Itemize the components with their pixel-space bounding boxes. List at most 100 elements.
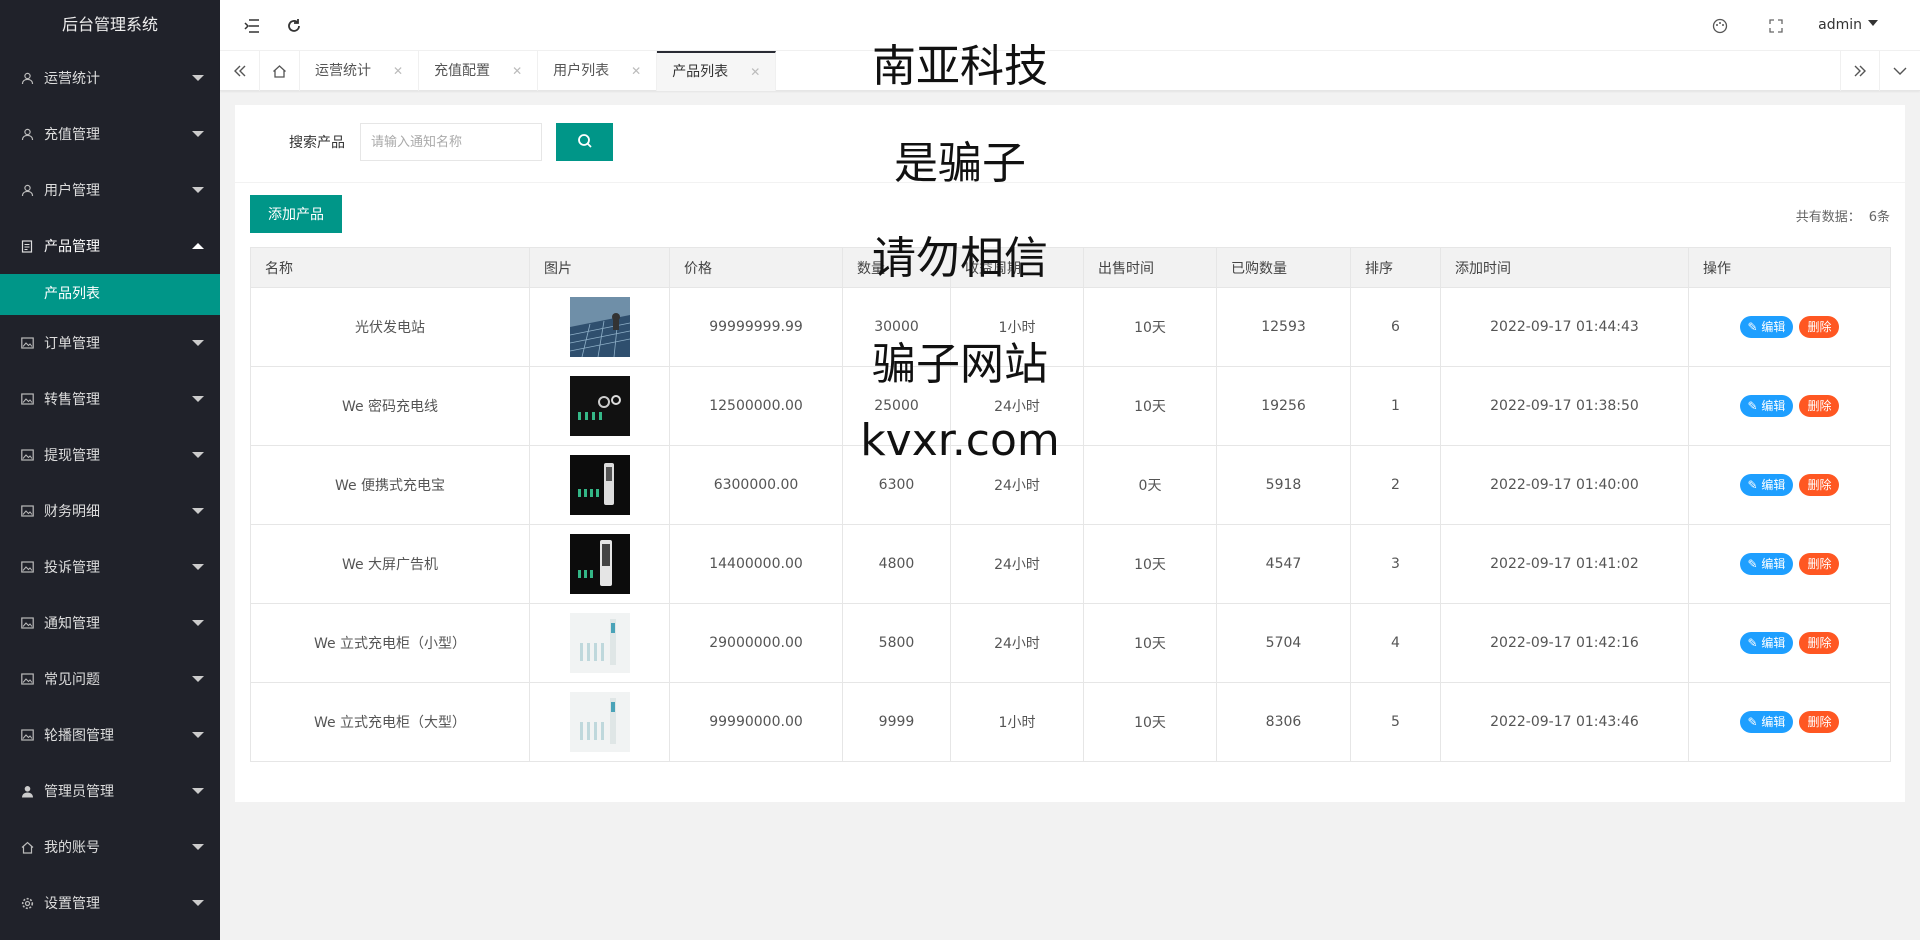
- menu-toggle-icon[interactable]: [232, 0, 272, 51]
- delete-label: 删除: [1807, 399, 1832, 413]
- pencil-icon: ✎: [1747, 557, 1762, 571]
- sidebar-item-4[interactable]: 产品管理: [0, 218, 220, 274]
- image-icon: [20, 392, 34, 406]
- sidebar-item-5[interactable]: 订单管理: [0, 315, 220, 371]
- edit-button[interactable]: ✎ 编辑: [1739, 474, 1794, 496]
- sidebar-item-3[interactable]: 用户管理: [0, 162, 220, 218]
- edit-button[interactable]: ✎ 编辑: [1739, 395, 1794, 417]
- delete-button[interactable]: 删除: [1799, 474, 1840, 496]
- edit-label: 编辑: [1761, 399, 1786, 413]
- delete-label: 删除: [1807, 636, 1832, 650]
- table-row: We 立式充电柜（小型） 29000000.00 5800 24小时 10天 5704 4 2…: [250, 603, 1891, 683]
- user-menu[interactable]: admin: [1818, 0, 1878, 51]
- watermark-text: 南亚科技: [872, 41, 1048, 92]
- sidebar-item-label: 设置管理: [44, 896, 100, 912]
- delete-button[interactable]: 删除: [1799, 711, 1840, 733]
- edit-button[interactable]: ✎ 编辑: [1739, 711, 1794, 733]
- edit-button[interactable]: ✎ 编辑: [1739, 632, 1794, 654]
- product-thumbnail[interactable]: [529, 682, 670, 762]
- tab-menu-chevron-icon[interactable]: [1880, 51, 1920, 91]
- cell-added: 2022-09-17 01:44:43: [1440, 287, 1689, 367]
- cell-qty: 4800: [842, 524, 951, 604]
- chevron-down-icon: [192, 396, 204, 402]
- delete-button[interactable]: 删除: [1799, 553, 1840, 575]
- image-icon: [20, 616, 34, 630]
- scroll-left-icon[interactable]: [220, 51, 260, 91]
- chevron-down-icon: [192, 844, 204, 850]
- product-thumbnail[interactable]: [529, 603, 670, 683]
- cell-sort: 4: [1350, 603, 1441, 683]
- delete-button[interactable]: 删除: [1799, 632, 1840, 654]
- cell-price: 14400000.00: [669, 524, 843, 604]
- edit-label: 编辑: [1761, 715, 1786, 729]
- refresh-icon[interactable]: [274, 0, 314, 51]
- chevron-down-icon: [192, 340, 204, 346]
- product-thumbnail[interactable]: [529, 524, 670, 604]
- sidebar-item-8[interactable]: 财务明细: [0, 483, 220, 539]
- scroll-right-icon[interactable]: [1840, 51, 1880, 91]
- delete-button[interactable]: 删除: [1799, 316, 1840, 338]
- cell-name: We 大屏广告机: [250, 524, 530, 604]
- watermark-text: kvxr.com: [860, 415, 1060, 466]
- cell-qty: 9999: [842, 682, 951, 762]
- username: admin: [1818, 17, 1862, 33]
- sidebar: 后台管理系统 运营统计 充值管理 用户管理 产品管理 产品列表 订单管理转售管理提现管理财…: [0, 0, 220, 940]
- chevron-down-icon: [192, 900, 204, 906]
- tab-1[interactable]: 运营统计 ✕: [300, 51, 420, 91]
- sidebar-subitem-product-list[interactable]: 产品列表: [0, 274, 220, 315]
- delete-button[interactable]: 删除: [1799, 395, 1840, 417]
- sidebar-item-10[interactable]: 通知管理: [0, 595, 220, 651]
- chevron-down-icon: [192, 75, 204, 81]
- sidebar-item-12[interactable]: 轮播图管理: [0, 707, 220, 763]
- sidebar-item-1[interactable]: 运营统计: [0, 50, 220, 106]
- user-icon: [20, 183, 34, 197]
- edit-button[interactable]: ✎ 编辑: [1739, 316, 1794, 338]
- chevron-down-icon: [192, 564, 204, 570]
- cell-bought: 5704: [1216, 603, 1351, 683]
- cell-period: 1小时: [950, 682, 1084, 762]
- cell-added: 2022-09-17 01:42:16: [1440, 603, 1689, 683]
- chevron-down-icon: [192, 788, 204, 794]
- add-product-button[interactable]: 添加产品: [250, 195, 342, 233]
- cell-sort: 3: [1350, 524, 1441, 604]
- image-icon: [20, 504, 34, 518]
- gear-icon: [20, 896, 34, 910]
- edit-label: 编辑: [1761, 557, 1786, 571]
- chevron-down-icon: [192, 187, 204, 193]
- chevron-down-icon: [192, 452, 204, 458]
- column-header: 添加时间: [1440, 247, 1689, 288]
- cell-bought: 4547: [1216, 524, 1351, 604]
- sidebar-item-label: 我的账号: [44, 840, 100, 856]
- home-tab-icon[interactable]: [260, 51, 300, 91]
- total-count: 共有数据： 6条: [1796, 206, 1890, 225]
- cell-actions: ✎ 编辑 删除: [1688, 445, 1891, 525]
- cell-period: 24小时: [950, 603, 1084, 683]
- fullscreen-icon[interactable]: [1756, 0, 1796, 51]
- chevron-down-icon: [192, 732, 204, 738]
- sidebar-item-label: 轮播图管理: [44, 728, 114, 744]
- cell-price: 29000000.00: [669, 603, 843, 683]
- sidebar-item-11[interactable]: 常见问题: [0, 651, 220, 707]
- user-icon: [20, 127, 34, 141]
- theme-icon[interactable]: [1700, 0, 1740, 51]
- cell-price: 99990000.00: [669, 682, 843, 762]
- watermark-text: 骗子网站: [872, 339, 1048, 390]
- pencil-icon: ✎: [1747, 478, 1762, 492]
- table-row: We 立式充电柜（大型） 99990000.00 9999 1小时 10天 8306 5 20…: [250, 682, 1891, 762]
- sidebar-item-6[interactable]: 转售管理: [0, 371, 220, 427]
- sidebar-item-label: 转售管理: [44, 392, 100, 408]
- sidebar-item-7[interactable]: 提现管理: [0, 427, 220, 483]
- edit-button[interactable]: ✎ 编辑: [1739, 553, 1794, 575]
- app-title: 后台管理系统: [0, 0, 220, 50]
- sidebar-item-2[interactable]: 充值管理: [0, 106, 220, 162]
- sidebar-item-14[interactable]: 我的账号: [0, 819, 220, 875]
- sidebar-item-15[interactable]: 设置管理: [0, 875, 220, 931]
- close-icon[interactable]: ✕: [393, 51, 403, 91]
- sidebar-menu: 运营统计 充值管理 用户管理 产品管理 产品列表 订单管理转售管理提现管理 财务明细 投诉管理…: [0, 50, 220, 931]
- cell-name: We 立式充电柜（大型）: [250, 682, 530, 762]
- chevron-down-icon: [192, 508, 204, 514]
- sidebar-item-13[interactable]: 管理员管理: [0, 763, 220, 819]
- column-header: 操作: [1688, 247, 1891, 288]
- sidebar-item-9[interactable]: 投诉管理: [0, 539, 220, 595]
- cell-period: 24小时: [950, 524, 1084, 604]
